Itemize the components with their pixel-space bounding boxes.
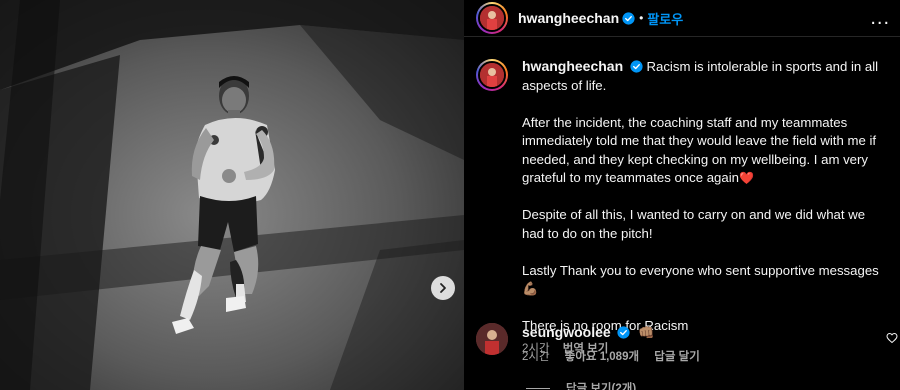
comment-text: 👊🏽	[638, 325, 655, 340]
flexed-biceps-emoji: 💪🏽	[522, 281, 539, 296]
view-replies-label: 답글 보기(2개)	[566, 383, 637, 390]
comment-likes[interactable]: 좋아요 1,089개	[565, 351, 639, 363]
author-username[interactable]: hwangheechan	[518, 10, 619, 26]
follow-button[interactable]: 팔로우	[647, 9, 683, 28]
caption-paragraph-4: Lastly Thank you to everyone who sent su…	[522, 262, 882, 299]
commenter-avatar[interactable]	[476, 323, 508, 355]
post-header: hwangheechan • 팔로우 ...	[464, 0, 900, 36]
post-caption: hwangheechan Racism is intolerable in sp…	[476, 57, 900, 358]
post-image	[0, 0, 464, 390]
more-options-icon[interactable]: ...	[870, 7, 890, 30]
author-avatar[interactable]	[476, 2, 508, 34]
verified-badge-icon	[630, 60, 643, 73]
verified-badge-icon	[622, 11, 635, 25]
next-photo-button[interactable]	[431, 276, 455, 300]
comment-username[interactable]: seungwoolee	[522, 324, 611, 340]
caption-username[interactable]: hwangheechan	[522, 58, 623, 74]
caption-author-avatar[interactable]	[476, 59, 508, 91]
caption-paragraph-3: Despite of all this, I wanted to carry o…	[522, 207, 866, 241]
comment-meta: 2시간 좋아요 1,089개 답글 달기	[522, 348, 872, 364]
post-sidebar: hwangheechan • 팔로우 ... hwangheechan Raci…	[464, 0, 900, 390]
reply-button[interactable]: 답글 달기	[654, 351, 700, 363]
comment-item: seungwoolee 👊🏽 2시간 좋아요 1,089개 답글 달기	[476, 323, 900, 364]
comment-time[interactable]: 2시간	[522, 351, 550, 363]
red-heart-emoji: ❤️	[738, 171, 754, 185]
post-photo[interactable]	[0, 0, 464, 390]
chevron-right-icon	[440, 283, 446, 293]
separator-dot: •	[639, 11, 644, 25]
caption-paragraph-1: hwangheechan Racism is intolerable in sp…	[522, 57, 882, 95]
verified-badge-icon	[617, 326, 630, 339]
comment-line: seungwoolee 👊🏽	[522, 323, 872, 342]
caption-body: hwangheechan Racism is intolerable in sp…	[522, 57, 882, 358]
caption-paragraph-2: After the incident, the coaching staff a…	[522, 114, 882, 188]
comment-body: seungwoolee 👊🏽 2시간 좋아요 1,089개 답글 달기	[522, 323, 872, 364]
header-divider	[464, 36, 900, 37]
view-replies-button[interactable]: 답글 보기(2개)	[526, 380, 636, 390]
heart-outline-icon[interactable]	[886, 332, 898, 344]
caption-text-para2: After the incident, the coaching staff a…	[522, 114, 877, 186]
caption-text-para4: Lastly Thank you to everyone who sent su…	[522, 262, 879, 278]
replies-divider-line	[526, 387, 550, 389]
